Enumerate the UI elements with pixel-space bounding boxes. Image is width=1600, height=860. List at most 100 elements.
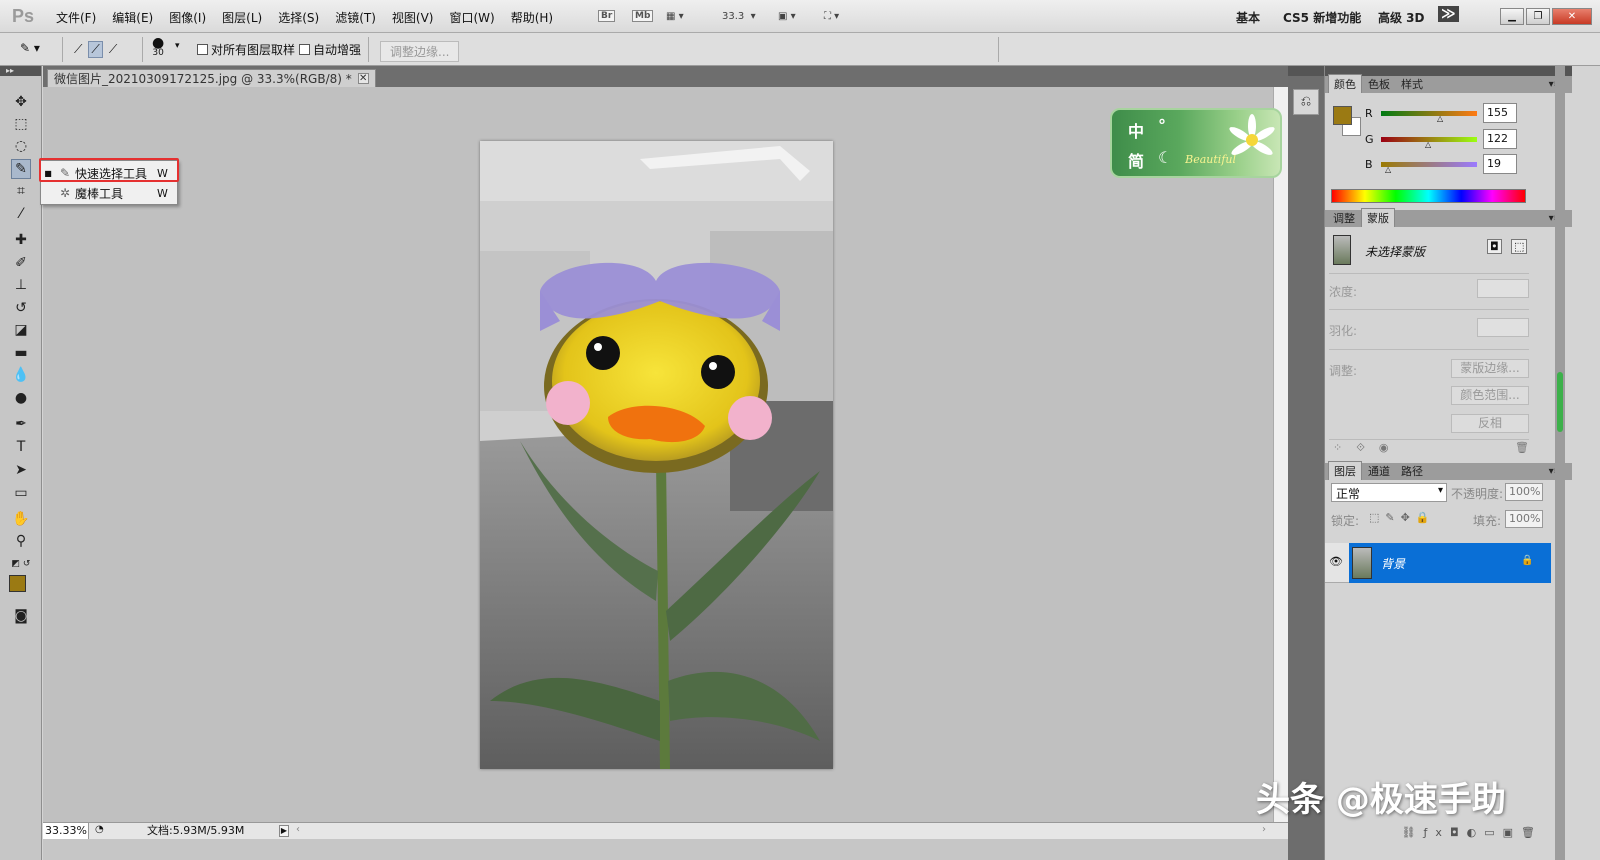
scroll-right-icon[interactable]: › <box>1262 824 1266 835</box>
swap-colors-icon[interactable]: ◩ ↺ <box>11 554 31 574</box>
tab-swatches[interactable]: 色板 <box>1363 75 1395 93</box>
more-workspaces-button[interactable]: ≫ <box>1438 6 1459 22</box>
menu-edit[interactable]: 编辑(E) <box>104 9 161 26</box>
tab-color[interactable]: 颜色 <box>1328 74 1362 93</box>
feather-field[interactable] <box>1477 318 1529 337</box>
menu-image[interactable]: 图像(I) <box>161 9 214 26</box>
menu-view[interactable]: 视图(V) <box>384 9 442 26</box>
sample-all-layers-checkbox[interactable]: 对所有图层取样 <box>197 41 295 58</box>
type-tool-icon[interactable]: T <box>11 437 31 457</box>
blur-tool-icon[interactable]: 💧 <box>11 365 31 385</box>
tab-channels[interactable]: 通道 <box>1363 462 1395 480</box>
pen-tool-icon[interactable]: ✒ <box>11 414 31 434</box>
blend-mode-dropdown[interactable]: 正常 ▾ <box>1331 483 1447 502</box>
brush-dropdown-arrow[interactable]: ▾ <box>175 41 180 51</box>
minimize-button[interactable]: ▁ <box>1500 8 1524 25</box>
scroll-left-icon[interactable]: ‹ <box>296 824 300 835</box>
zoom-tool-icon[interactable]: ⚲ <box>11 531 31 551</box>
close-button[interactable]: ✕ <box>1552 8 1592 25</box>
gradient-tool-icon[interactable]: ▬ <box>11 343 31 363</box>
screen-mode-button[interactable]: ⛶ ▾ <box>824 7 839 25</box>
workspace-essentials[interactable]: 基本 <box>1236 9 1260 26</box>
panel-scrollbar[interactable] <box>1555 66 1565 860</box>
hand-tool-icon[interactable]: ✋ <box>11 509 31 529</box>
document-tab[interactable]: 微信图片_20210309172125.jpg @ 33.3%(RGB/8) *… <box>47 69 376 87</box>
marquee-tool-icon[interactable]: ⬚ <box>11 114 31 134</box>
green-slider[interactable]: △ <box>1381 136 1477 149</box>
flyout-item-magic-wand[interactable]: ✲ 魔棒工具 W <box>41 184 177 202</box>
invert-button[interactable]: 反相 <box>1451 414 1529 433</box>
healing-brush-tool-icon[interactable]: ✚ <box>11 230 31 250</box>
subtract-selection-icon[interactable]: ⟋ <box>109 42 117 57</box>
ime-punctuation[interactable]: ° <box>1158 116 1166 135</box>
tool-preset-picker[interactable]: ✎ ▾ <box>20 41 40 55</box>
ime-simplified[interactable]: 简 <box>1128 148 1144 172</box>
color-spectrum-ramp[interactable] <box>1331 189 1526 203</box>
menu-layer[interactable]: 图层(L) <box>214 9 270 26</box>
view-extras-button[interactable]: ▦ ▾ <box>666 7 684 25</box>
lasso-tool-icon[interactable]: ◌ <box>11 136 31 156</box>
eraser-tool-icon[interactable]: ◪ <box>11 320 31 340</box>
color-range-button[interactable]: 颜色范围... <box>1451 386 1529 405</box>
menu-filter[interactable]: 滤镜(T) <box>327 9 384 26</box>
history-panel-icon[interactable]: ⎌ <box>1293 89 1319 115</box>
add-pixel-mask-icon[interactable]: ◘ <box>1487 239 1502 254</box>
menu-file[interactable]: 文件(F) <box>48 9 104 26</box>
quick-select-tool-icon[interactable]: ✎ <box>11 159 31 179</box>
moon-icon[interactable]: ☾ <box>1158 148 1172 167</box>
shape-tool-icon[interactable]: ▭ <box>11 483 31 503</box>
color-panel-fg-swatch[interactable] <box>1333 106 1352 125</box>
crop-tool-icon[interactable]: ⌗ <box>11 181 31 201</box>
add-vector-mask-icon[interactable]: ⬚ <box>1511 239 1528 254</box>
red-value-field[interactable]: 155 <box>1483 103 1517 123</box>
workspace-cs5-new[interactable]: CS5 新增功能 <box>1283 9 1361 26</box>
workspace-3d[interactable]: 高级 3D <box>1378 9 1425 26</box>
green-value-field[interactable]: 122 <box>1483 129 1517 149</box>
brush-tool-icon[interactable]: ✐ <box>11 253 31 273</box>
mask-edge-button[interactable]: 蒙版边缘... <box>1451 359 1529 378</box>
red-slider[interactable]: △ <box>1381 110 1477 123</box>
lock-icons[interactable]: ⬚✎✥🔒 <box>1369 511 1436 524</box>
dodge-tool-icon[interactable]: ● <box>11 388 31 408</box>
tab-paths[interactable]: 路径 <box>1396 462 1428 480</box>
brush-picker[interactable]: ● 30 <box>152 36 164 58</box>
tab-layers[interactable]: 图层 <box>1328 461 1362 480</box>
tab-styles[interactable]: 样式 <box>1396 75 1428 93</box>
history-brush-tool-icon[interactable]: ↺ <box>11 298 31 318</box>
photo-canvas[interactable] <box>480 141 833 769</box>
move-tool-icon[interactable]: ✥ <box>11 92 31 112</box>
arrange-documents-button[interactable]: ▣ ▾ <box>778 7 796 25</box>
refine-edge-button[interactable]: 调整边缘... <box>380 41 460 62</box>
zoom-level-dropdown[interactable]: 33.3 ▾ <box>722 7 756 25</box>
clone-stamp-tool-icon[interactable]: ⊥ <box>11 275 31 295</box>
status-menu-arrow[interactable]: ▶ <box>279 825 289 837</box>
layer-row-background[interactable]: 👁 背景 🔒 <box>1325 543 1551 583</box>
eyedropper-tool-icon[interactable]: ⁄ <box>11 204 31 224</box>
ime-chinese-mode[interactable]: 中 <box>1128 118 1144 142</box>
tab-adjustments[interactable]: 调整 <box>1328 209 1360 227</box>
zoom-field[interactable]: 33.33% <box>43 823 89 839</box>
add-to-selection-icon[interactable]: ⟋ <box>88 41 103 58</box>
tools-panel-grip[interactable]: ▸▸ <box>0 66 41 76</box>
layers-footer-icons[interactable]: ⛓ƒx◘◐▭▣🗑 <box>1325 826 1551 842</box>
menu-help[interactable]: 帮助(H) <box>503 9 561 26</box>
blue-value-field[interactable]: 19 <box>1483 154 1517 174</box>
mask-footer-icons[interactable]: ⁘⟐◉ <box>1333 441 1402 455</box>
close-document-icon[interactable]: ✕ <box>357 73 369 84</box>
vertical-scrollbar[interactable] <box>1273 87 1288 822</box>
visibility-eye-icon[interactable]: 👁 <box>1329 555 1343 569</box>
restore-button[interactable]: ❐ <box>1526 8 1550 25</box>
new-selection-icon[interactable]: ⟋ <box>74 42 82 57</box>
status-info-icon[interactable]: ◔ <box>95 824 104 835</box>
foreground-color-swatch[interactable] <box>9 575 26 592</box>
delete-mask-icon[interactable]: 🗑 <box>1515 441 1529 454</box>
quick-mask-icon[interactable]: ◙ <box>11 606 31 626</box>
density-field[interactable] <box>1477 279 1529 298</box>
ime-toolbar[interactable]: 中 ° 简 ☾ Beautiful <box>1110 108 1282 178</box>
menu-window[interactable]: 窗口(W) <box>441 9 502 26</box>
blue-slider[interactable]: △ <box>1381 161 1477 174</box>
bridge-button[interactable]: Br <box>598 7 616 25</box>
menu-select[interactable]: 选择(S) <box>270 9 327 26</box>
path-selection-tool-icon[interactable]: ➤ <box>11 460 31 480</box>
fill-field[interactable]: 100% <box>1505 510 1543 528</box>
